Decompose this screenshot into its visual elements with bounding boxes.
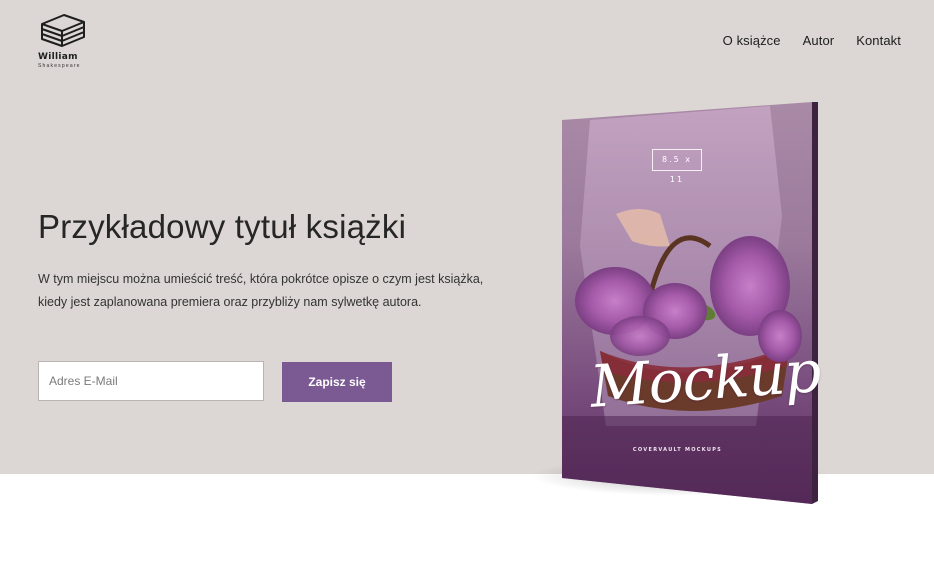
page-title: Przykładowy tytuł książki xyxy=(38,208,407,245)
cover-mockup-text: Mockup xyxy=(587,336,823,421)
logo-name: William xyxy=(38,52,78,62)
subscribe-button[interactable]: Zapisz się xyxy=(282,362,392,402)
hero-description: W tym miejscu można umieścić treść, któr… xyxy=(38,268,498,314)
cover-size-label: 8.5 x 11 xyxy=(652,149,702,184)
nav-item-about-book[interactable]: O książce xyxy=(723,33,781,48)
cover-brand-text: COVERVAULT MOCKUPS xyxy=(632,447,723,453)
nav-item-contact[interactable]: Kontakt xyxy=(856,33,901,48)
nav-item-author[interactable]: Autor xyxy=(803,33,835,48)
email-field[interactable] xyxy=(38,361,264,401)
main-nav: O książce Autor Kontakt xyxy=(723,33,901,48)
hero-description-line: kiedy jest zaplanowana premiera oraz prz… xyxy=(38,295,422,309)
book-mockup: 8.5 x 11 Mockup COVERVAULT MOCKUPS xyxy=(520,96,840,516)
logo-subtitle: Shakespeare xyxy=(38,63,81,69)
logo[interactable]: William Shakespeare xyxy=(38,12,94,70)
hero-description-line: W tym miejscu można umieścić treść, któr… xyxy=(38,272,484,286)
